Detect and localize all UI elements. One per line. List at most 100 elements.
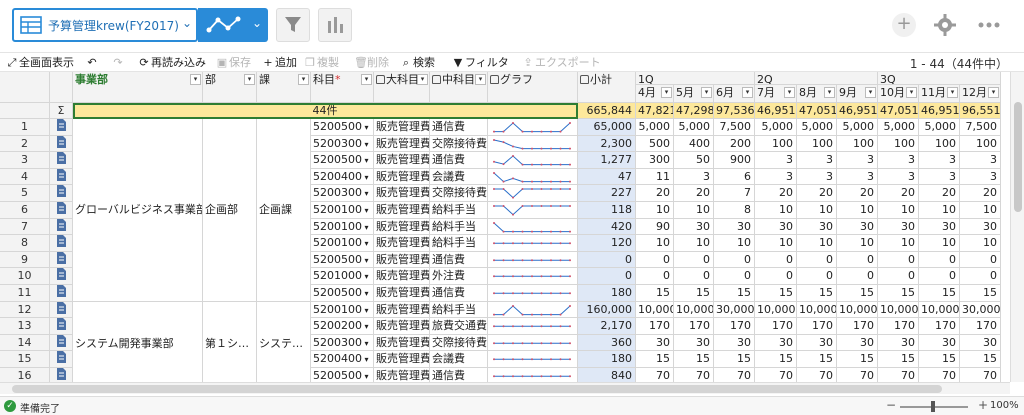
row-number[interactable]: 1 (0, 119, 50, 136)
month-value-cell[interactable]: 10 (960, 202, 1001, 219)
month-value-cell[interactable]: 8 (714, 202, 755, 219)
toolbar-trash-button[interactable]: 🗑削除 (354, 55, 389, 71)
row-number[interactable]: 2 (0, 135, 50, 153)
month-value-cell[interactable]: 30 (714, 334, 755, 352)
toolbar-filter-button[interactable]: ▼ フィルタ (452, 55, 509, 71)
document-icon[interactable] (50, 235, 73, 252)
month-value-cell[interactable]: 30 (878, 218, 919, 236)
month-value-cell[interactable]: 20 (919, 185, 960, 202)
month-value-cell[interactable]: 100 (755, 135, 797, 153)
month-value-cell[interactable]: 10,000 (674, 301, 714, 319)
month-value-cell[interactable]: 100 (919, 135, 960, 153)
column-filter-icon[interactable]: ▾ (988, 87, 999, 98)
add-icon[interactable]: + (892, 13, 916, 37)
dropdown-icon[interactable]: ▾ (362, 223, 369, 232)
toolbar-reload-button[interactable]: ⟳ 再読み込み (138, 55, 206, 71)
column-header-major[interactable]: 大科目 ▾ (374, 72, 430, 103)
month-value-cell[interactable]: 15 (837, 285, 878, 302)
month-value-cell[interactable]: 170 (797, 318, 837, 335)
account-code-cell[interactable]: 5200300 ▾ (311, 334, 374, 352)
group-division-cell[interactable]: システム開発事業部 (73, 301, 203, 382)
month-value-cell[interactable]: 900 (714, 152, 755, 169)
row-number[interactable]: 9 (0, 251, 50, 269)
month-value-cell[interactable]: 30 (960, 218, 1001, 236)
column-filter-icon[interactable]: ▾ (190, 74, 201, 85)
account-code-cell[interactable]: 5200500 ▾ (311, 251, 374, 269)
month-value-cell[interactable]: 400 (674, 135, 714, 153)
month-value-cell[interactable]: 15 (714, 351, 755, 368)
month-value-cell[interactable]: 5,000 (878, 119, 919, 136)
month-value-cell[interactable]: 10 (919, 235, 960, 252)
column-filter-icon[interactable]: ▾ (865, 87, 876, 98)
month-value-cell[interactable]: 3 (960, 168, 1001, 186)
horizontal-scrollbar[interactable] (0, 382, 1010, 394)
document-icon[interactable] (50, 119, 73, 136)
column-filter-icon[interactable]: ▾ (947, 87, 958, 98)
account-code-cell[interactable]: 5200300 ▾ (311, 135, 374, 153)
column-header-section[interactable]: 課 ▾ (257, 72, 311, 103)
month-value-cell[interactable]: 10 (755, 235, 797, 252)
row-number[interactable]: 6 (0, 202, 50, 219)
month-value-cell[interactable]: 3 (878, 168, 919, 186)
dropdown-icon[interactable]: ▾ (362, 206, 369, 215)
document-icon[interactable] (50, 185, 73, 202)
month-value-cell[interactable]: 15 (714, 285, 755, 302)
column-filter-icon[interactable]: ▾ (701, 87, 712, 98)
dropdown-icon[interactable]: ▾ (362, 355, 369, 364)
month-value-cell[interactable]: 3 (878, 152, 919, 169)
dropdown-icon[interactable]: ▾ (362, 339, 369, 348)
column-header-month[interactable]: 8月 ▾ (797, 85, 837, 103)
month-value-cell[interactable]: 7,500 (714, 119, 755, 136)
month-value-cell[interactable]: 3 (960, 152, 1001, 169)
document-icon[interactable] (50, 318, 73, 335)
document-icon[interactable] (50, 301, 73, 319)
month-value-cell[interactable]: 15 (797, 351, 837, 368)
toolbar-undo-button[interactable]: ↶ (86, 55, 99, 71)
month-value-cell[interactable]: 170 (714, 318, 755, 335)
month-value-cell[interactable]: 0 (755, 268, 797, 285)
month-value-cell[interactable]: 170 (636, 318, 674, 335)
month-value-cell[interactable]: 20 (837, 185, 878, 202)
month-value-cell[interactable]: 3 (919, 152, 960, 169)
month-value-cell[interactable]: 70 (919, 368, 960, 382)
month-value-cell[interactable]: 20 (960, 185, 1001, 202)
month-value-cell[interactable]: 15 (755, 351, 797, 368)
month-value-cell[interactable]: 100 (878, 135, 919, 153)
month-value-cell[interactable]: 15 (674, 351, 714, 368)
filter-panel-button[interactable] (276, 8, 310, 42)
column-header-month[interactable]: 9月 ▾ (837, 85, 878, 103)
data-grid[interactable]: 事業部 ▾ 部 ▾ 課 ▾ 科目* ▾ 大科目 ▾ 中科目 ▾ グラフ 小計 1Q 2Q 3Q 4月 ▾ 5月 ▾ 6月 ▾… (0, 72, 1010, 382)
month-value-cell[interactable]: 7 (714, 185, 755, 202)
month-value-cell[interactable]: 0 (797, 251, 837, 269)
month-value-cell[interactable]: 5,000 (755, 119, 797, 136)
month-value-cell[interactable]: 10 (714, 235, 755, 252)
month-value-cell[interactable]: 5,000 (919, 119, 960, 136)
account-code-cell[interactable]: 5200100 ▾ (311, 235, 374, 252)
month-value-cell[interactable]: 0 (919, 268, 960, 285)
dropdown-icon[interactable]: ▾ (362, 140, 369, 149)
month-value-cell[interactable]: 3 (674, 168, 714, 186)
account-code-cell[interactable]: 5200200 ▾ (311, 318, 374, 335)
more-icon[interactable] (978, 21, 1000, 29)
account-code-cell[interactable]: 5200500 ▾ (311, 152, 374, 169)
month-value-cell[interactable]: 30 (919, 334, 960, 352)
row-number[interactable]: 14 (0, 334, 50, 352)
month-value-cell[interactable]: 0 (960, 251, 1001, 269)
graph-view-button[interactable]: ⌄ (198, 8, 268, 42)
month-value-cell[interactable]: 100 (797, 135, 837, 153)
month-value-cell[interactable]: 0 (714, 251, 755, 269)
column-header-division[interactable]: 事業部 ▾ (73, 72, 203, 103)
month-value-cell[interactable]: 90 (636, 218, 674, 236)
group-department-cell[interactable]: 企画部 (203, 119, 257, 302)
column-header-month[interactable]: 7月 ▾ (755, 85, 797, 103)
month-value-cell[interactable]: 15 (919, 285, 960, 302)
group-section-cell[interactable]: システ… (257, 301, 311, 382)
dropdown-icon[interactable]: ▾ (362, 289, 369, 298)
month-value-cell[interactable]: 30 (878, 334, 919, 352)
zoom-in-button[interactable]: + (978, 398, 988, 412)
zoom-handle[interactable] (931, 401, 935, 412)
dropdown-icon[interactable]: ▾ (362, 239, 369, 248)
month-value-cell[interactable]: 0 (755, 251, 797, 269)
month-value-cell[interactable]: 10 (878, 202, 919, 219)
month-value-cell[interactable]: 30 (714, 218, 755, 236)
